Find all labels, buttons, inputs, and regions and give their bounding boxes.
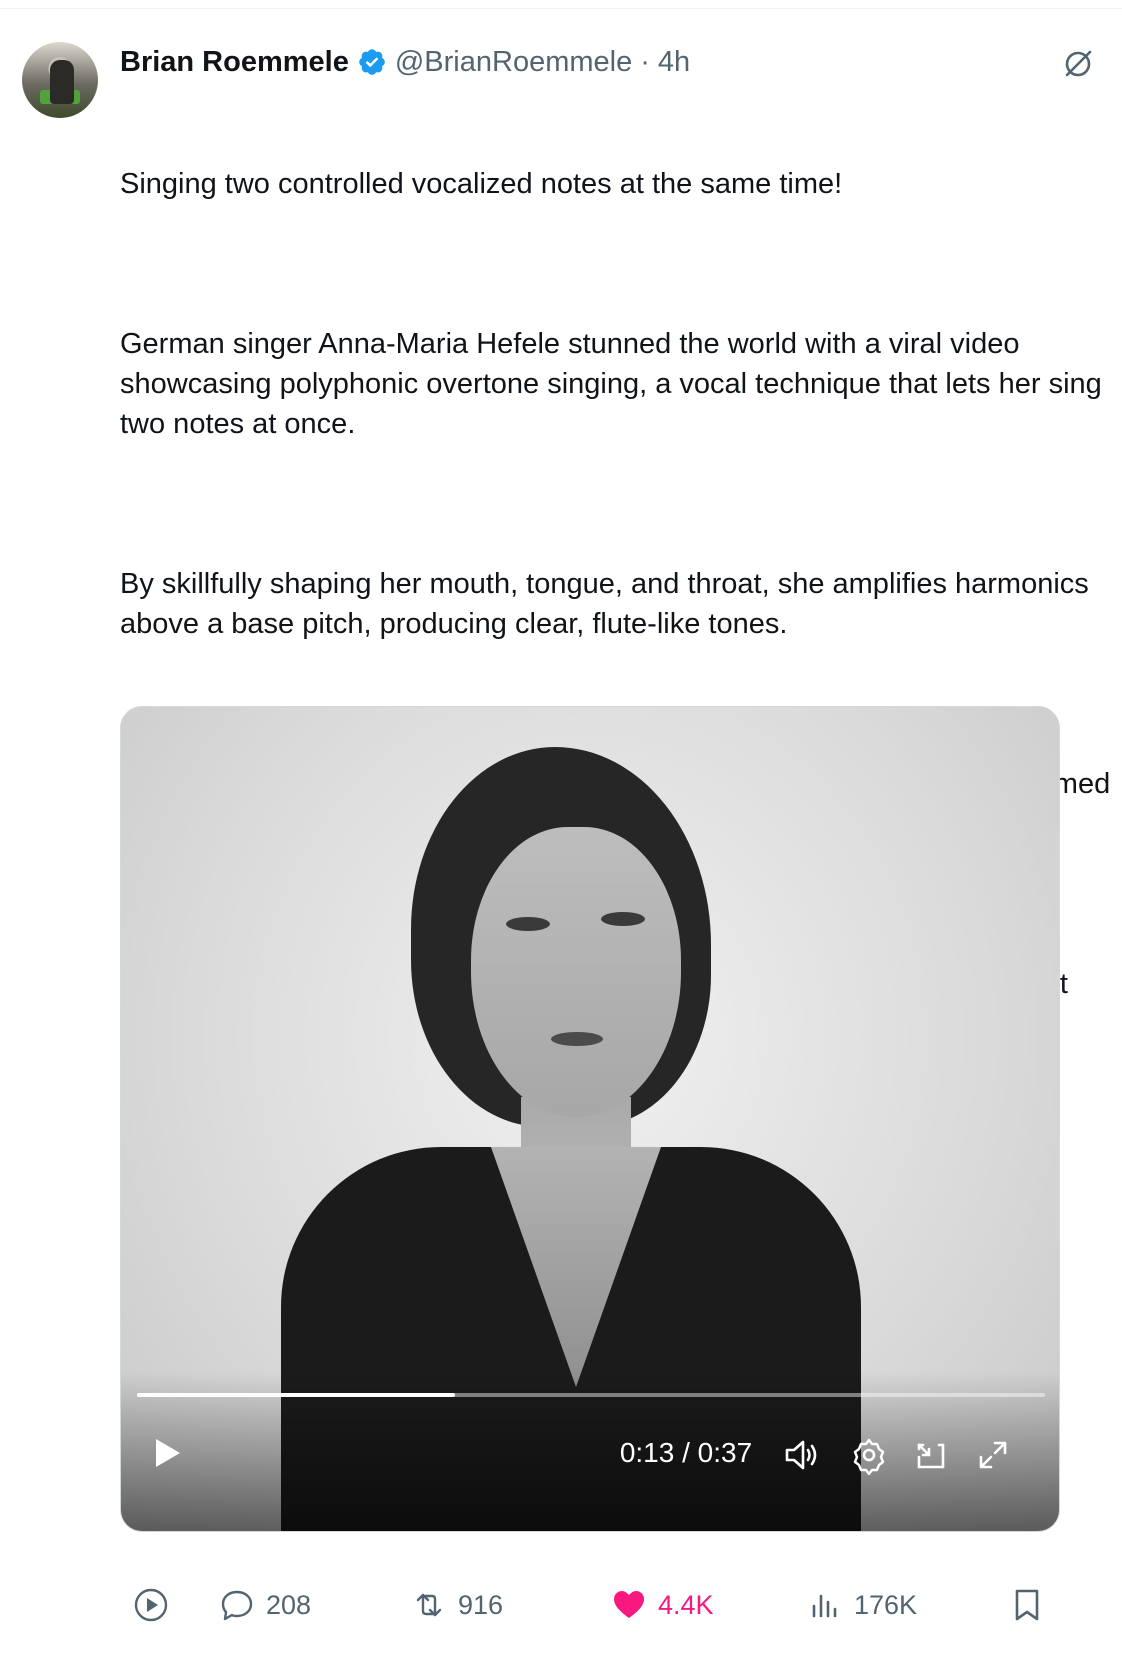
reply-button[interactable]: 208 bbox=[218, 1580, 311, 1630]
like-icon bbox=[614, 1591, 644, 1618]
volume-icon[interactable] bbox=[781, 1435, 821, 1475]
views-count: 176K bbox=[854, 1589, 918, 1620]
tweet-actions: 208 916 4.4K 176K bbox=[120, 1580, 1080, 1630]
video-frame-face bbox=[471, 827, 681, 1117]
video-player[interactable]: 0:13 / 0:37 bbox=[120, 706, 1060, 1532]
repost-icon bbox=[416, 1593, 442, 1617]
video-frame-eye bbox=[506, 917, 550, 931]
fullscreen-icon[interactable] bbox=[973, 1435, 1013, 1475]
repost-button[interactable]: 916 bbox=[410, 1580, 503, 1630]
like-button[interactable]: 4.4K bbox=[610, 1580, 714, 1630]
tweet-paragraph: Singing two controlled vocalized notes a… bbox=[120, 168, 843, 200]
avatar[interactable] bbox=[22, 42, 98, 118]
verified-badge-icon bbox=[357, 47, 387, 77]
grok-icon[interactable] bbox=[1060, 46, 1096, 82]
time-separator: · bbox=[640, 45, 650, 78]
reply-icon bbox=[221, 1590, 253, 1621]
author-handle[interactable]: @BrianRoemmele bbox=[395, 46, 632, 79]
tweet-paragraph: German singer Anna-Maria Hefele stunned … bbox=[120, 328, 1110, 440]
video-progress-bar[interactable] bbox=[137, 1393, 1045, 1397]
reply-count: 208 bbox=[266, 1589, 312, 1620]
author-name[interactable]: Brian Roemmele bbox=[120, 46, 349, 79]
like-count: 4.4K bbox=[658, 1589, 714, 1620]
video-play-icon[interactable] bbox=[132, 1580, 170, 1630]
avatar-figure bbox=[50, 60, 74, 104]
video-time-label: 0:13 / 0:37 bbox=[619, 1437, 753, 1468]
repost-count: 916 bbox=[458, 1589, 504, 1620]
video-frame-eye bbox=[601, 912, 645, 926]
tweet-header: Brian Roemmele @BrianRoemmele · 4h bbox=[120, 44, 690, 80]
tweet-paragraph: By skillfully shaping her mouth, tongue,… bbox=[120, 568, 1097, 640]
play-icon[interactable] bbox=[149, 1435, 185, 1471]
video-progress-fill bbox=[137, 1393, 455, 1397]
settings-icon[interactable] bbox=[849, 1435, 889, 1476]
bookmark-icon[interactable] bbox=[1008, 1580, 1046, 1630]
views-button[interactable]: 176K bbox=[806, 1580, 917, 1630]
video-frame-mouth bbox=[551, 1032, 603, 1046]
views-icon bbox=[812, 1594, 837, 1618]
top-divider bbox=[0, 8, 1122, 9]
pip-icon[interactable] bbox=[911, 1435, 951, 1475]
post-time[interactable]: 4h bbox=[658, 46, 690, 79]
